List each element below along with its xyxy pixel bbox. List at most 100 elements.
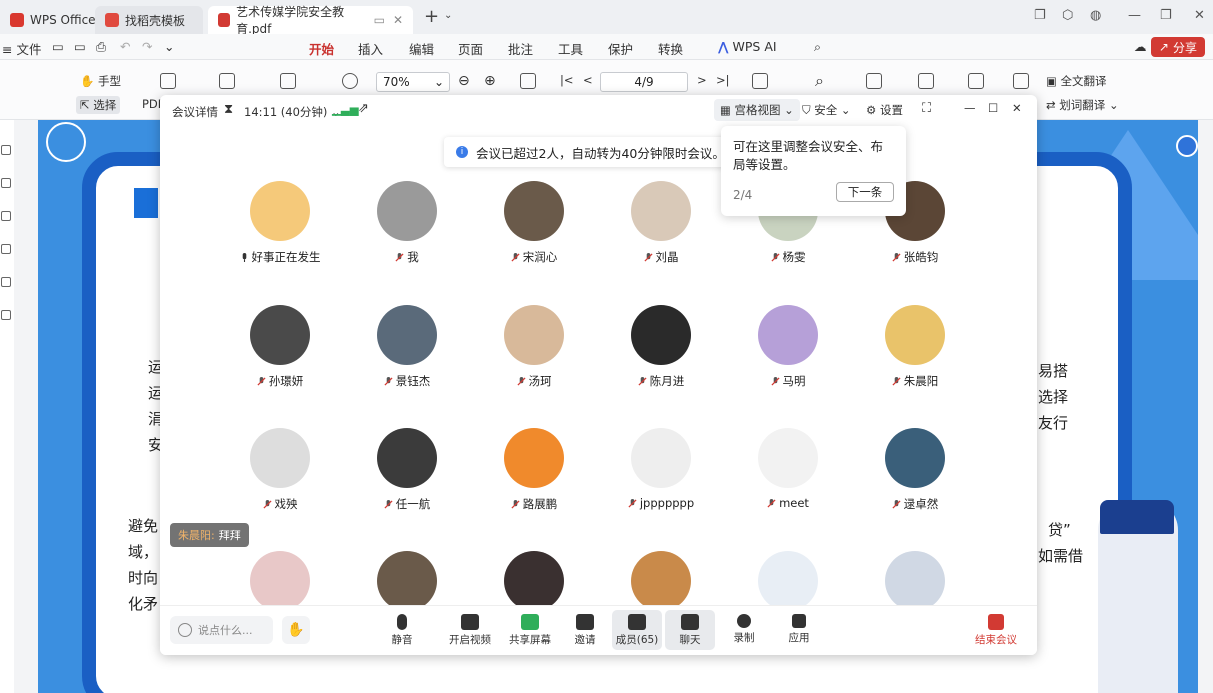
participant-tile[interactable]: 汤珂 bbox=[474, 305, 594, 389]
monitor-icon[interactable]: ▭ bbox=[374, 13, 385, 27]
restore-tabs-icon[interactable]: ❐ bbox=[1034, 8, 1046, 23]
chat-button[interactable]: 聊天 bbox=[665, 610, 715, 650]
tab-list-icon[interactable]: ⌄ bbox=[444, 10, 452, 21]
record-button[interactable]: 录制 bbox=[719, 610, 769, 645]
menu-insert[interactable]: 插入 bbox=[358, 39, 383, 58]
zoom-in-icon[interactable]: ⊕ bbox=[484, 73, 496, 89]
rotate-icon[interactable] bbox=[520, 73, 536, 89]
participant-tile[interactable] bbox=[855, 551, 975, 611]
pdf-convert-icon[interactable] bbox=[160, 73, 176, 89]
participant-tile[interactable]: 景钰杰 bbox=[347, 305, 467, 389]
word-translate-button[interactable]: ⇄ 划词翻译 ⌄ bbox=[1046, 97, 1119, 113]
participant-tile[interactable] bbox=[728, 551, 848, 611]
participant-tile[interactable]: 戏殃 bbox=[220, 428, 340, 512]
participant-tile[interactable]: jppppppp bbox=[601, 428, 721, 510]
participant-tile[interactable]: 我 bbox=[347, 181, 467, 265]
apps-button[interactable]: 应用 bbox=[774, 610, 824, 645]
cube-icon[interactable]: ⬡ bbox=[1062, 8, 1073, 23]
prev-page-icon[interactable]: < bbox=[583, 73, 593, 87]
menu-tools[interactable]: 工具 bbox=[558, 39, 583, 58]
signature-icon[interactable] bbox=[1, 277, 11, 287]
attachment-icon[interactable] bbox=[1, 244, 11, 254]
zoom-out-icon[interactable]: ⊖ bbox=[458, 73, 470, 89]
page-number-field[interactable]: 4/9 bbox=[600, 72, 688, 92]
annotate-icon[interactable] bbox=[866, 73, 882, 89]
save-icon[interactable]: ▭ bbox=[74, 39, 86, 54]
compress-icon[interactable] bbox=[1013, 73, 1029, 89]
thumbnail-icon[interactable] bbox=[1, 178, 11, 188]
add-tab-icon[interactable]: + bbox=[424, 6, 439, 27]
print-icon[interactable]: ⎙ bbox=[96, 39, 106, 55]
participant-tile[interactable] bbox=[601, 551, 721, 611]
participant-name: 张皓钧 bbox=[855, 249, 975, 265]
folder-icon[interactable]: ▭ bbox=[52, 39, 64, 54]
menu-edit[interactable]: 编辑 bbox=[409, 39, 434, 58]
tab-template[interactable]: 找稻壳模板 bbox=[95, 6, 203, 34]
participant-tile[interactable]: 任一航 bbox=[347, 428, 467, 512]
menu-annotate[interactable]: 批注 bbox=[508, 39, 533, 58]
participant-tile[interactable] bbox=[347, 551, 467, 611]
next-page-icon[interactable]: > bbox=[697, 73, 707, 87]
end-meeting-button[interactable]: 结束会议 bbox=[971, 610, 1021, 647]
participant-name: 戏殃 bbox=[220, 496, 340, 512]
undo-icon[interactable]: ↶ bbox=[120, 39, 130, 54]
participant-tile[interactable]: 宋润心 bbox=[474, 181, 594, 265]
full-translate-button[interactable]: ▣ 全文翻译 bbox=[1046, 73, 1107, 89]
select-tool[interactable]: ⇱ 选择 bbox=[76, 96, 121, 114]
participant-tile[interactable]: 刘晶 bbox=[601, 181, 721, 265]
menu-start[interactable]: 开始 bbox=[309, 39, 335, 62]
avatar bbox=[504, 428, 564, 488]
participant-tile[interactable]: 朱晨阳 bbox=[855, 305, 975, 389]
participant-tile[interactable]: 逯卓然 bbox=[855, 428, 975, 512]
layers-icon[interactable] bbox=[1, 310, 11, 320]
zoom-select[interactable]: 70% ⌄ bbox=[376, 72, 450, 92]
close-icon[interactable]: ✕ bbox=[1194, 8, 1205, 23]
menu-wps-ai[interactable]: ⋀ WPS AI bbox=[718, 39, 777, 54]
ocr-icon[interactable] bbox=[918, 73, 934, 89]
next-tip-button[interactable]: 下一条 bbox=[836, 182, 894, 202]
tab-pdf[interactable]: 艺术传媒学院安全教育.pdf ▭ ✕ bbox=[208, 5, 413, 36]
participant-tile[interactable]: 马明 bbox=[728, 305, 848, 389]
find-icon[interactable]: ⌕ bbox=[815, 71, 824, 91]
hand-tool[interactable]: ✋ 手型 bbox=[80, 73, 121, 89]
participant-tile[interactable]: 路展鹏 bbox=[474, 428, 594, 512]
members-button[interactable]: 成员(65) bbox=[612, 610, 662, 650]
menu-page[interactable]: 页面 bbox=[458, 39, 483, 58]
participant-tile[interactable] bbox=[474, 551, 594, 611]
redo-icon[interactable]: ↷ bbox=[142, 39, 152, 54]
edit-page-icon[interactable] bbox=[219, 73, 235, 89]
menu-protect[interactable]: 保护 bbox=[608, 39, 633, 58]
avatar-icon[interactable]: ◍ bbox=[1090, 8, 1101, 23]
tab-wps-office[interactable]: WPS Office bbox=[0, 6, 106, 34]
raise-hand-button[interactable]: ✋ bbox=[282, 616, 310, 644]
share-button[interactable]: ↗ 分享 bbox=[1150, 37, 1205, 57]
menu-convert[interactable]: 转换 bbox=[658, 39, 683, 58]
invite-button[interactable]: 邀请 bbox=[560, 610, 610, 647]
participant-tile[interactable]: 好事正在发生 bbox=[220, 181, 340, 265]
search-icon[interactable]: ⌕ bbox=[814, 39, 821, 55]
play-icon[interactable] bbox=[342, 73, 358, 89]
participant-tile[interactable]: 陈月进 bbox=[601, 305, 721, 389]
screenshot-icon[interactable] bbox=[968, 73, 984, 89]
share-screen-button[interactable]: 共享屏幕 bbox=[502, 610, 558, 647]
cloud-upload-icon[interactable]: ☁ bbox=[1134, 39, 1147, 54]
menu-file[interactable]: ≡ 文件 bbox=[2, 39, 41, 58]
participant-tile[interactable] bbox=[220, 551, 340, 611]
chat-sender: 朱晨阳: bbox=[178, 529, 215, 542]
video-button[interactable]: 开启视频 bbox=[440, 610, 500, 647]
maximize-icon[interactable]: ❐ bbox=[1160, 8, 1172, 23]
side-floating-button[interactable] bbox=[1176, 135, 1198, 157]
more-icon[interactable]: ⌄ bbox=[164, 39, 174, 54]
bookmark-icon[interactable] bbox=[1, 145, 11, 155]
participant-tile[interactable]: 孙璟妍 bbox=[220, 305, 340, 389]
last-page-icon[interactable]: >| bbox=[716, 73, 730, 87]
mute-button[interactable]: 静音 bbox=[377, 610, 427, 647]
copy-icon[interactable] bbox=[280, 73, 296, 89]
minimize-icon[interactable]: — bbox=[1128, 8, 1141, 23]
close-tab-icon[interactable]: ✕ bbox=[393, 13, 403, 27]
first-page-icon[interactable]: |< bbox=[560, 73, 574, 87]
participant-tile[interactable]: meet bbox=[728, 428, 848, 510]
read-mode-icon[interactable] bbox=[752, 73, 768, 89]
say-something-input[interactable]: 说点什么... bbox=[170, 616, 273, 644]
comment-icon[interactable] bbox=[1, 211, 11, 221]
